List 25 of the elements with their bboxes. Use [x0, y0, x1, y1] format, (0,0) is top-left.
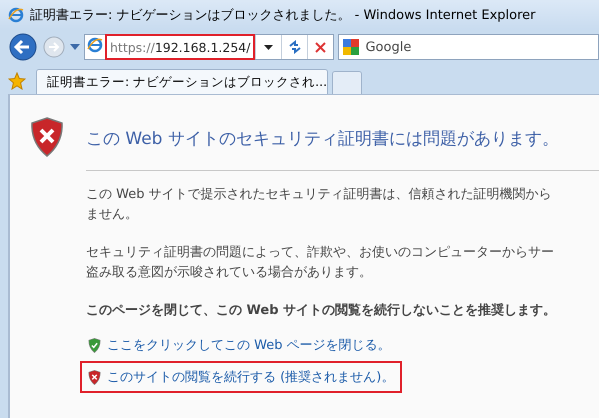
- address-field[interactable]: https://192.168.1.254/: [84, 34, 334, 60]
- search-provider-icon: [343, 39, 360, 55]
- paragraph-line: セキュリティ証明書の問題によって、詐欺や、お使いのコンピューターからサー: [86, 244, 555, 262]
- error-shield-icon: [30, 117, 64, 157]
- browser-icon: [87, 37, 103, 53]
- back-button[interactable]: [8, 32, 38, 62]
- error-heading: この Web サイトのセキュリティ証明書には問題があります。: [86, 128, 560, 150]
- window-title: 証明書エラー: ナビゲーションはブロックされました。 - Windows Internet Explorer: [30, 7, 536, 24]
- close-icon: [315, 42, 326, 52]
- paragraph-line: ません。: [86, 206, 139, 224]
- favorites-star-icon[interactable]: [8, 72, 26, 90]
- dropdown-icon[interactable]: [70, 44, 80, 50]
- paragraph-line: この Web サイトで提示されたセキュリティ証明書は、信頼された証明機関から: [86, 186, 553, 204]
- refresh-icon: [288, 40, 302, 54]
- page-link[interactable]: ここをクリックしてこの Web ページを閉じる。: [80, 329, 399, 361]
- browser-tab[interactable]: 証明書エラー: ナビゲーションはブロックされ...: [36, 69, 328, 94]
- search-field[interactable]: Google: [338, 34, 599, 60]
- shield-x-icon: [88, 370, 101, 384]
- page-link[interactable]: このサイトの閲覧を続行する (推奨されません)。: [80, 361, 402, 393]
- caret-icon: [264, 44, 274, 50]
- browser-icon: [8, 7, 24, 23]
- recommendation-text: このページを閉じて、この Web サイトの閲覧を続行しないことを推奨します。: [86, 302, 558, 319]
- url-text: https://192.168.1.254/: [105, 34, 256, 60]
- shield-check-icon: [88, 338, 101, 352]
- paragraph-line: 盗み取る意図が示唆されている場合があります。: [86, 264, 373, 282]
